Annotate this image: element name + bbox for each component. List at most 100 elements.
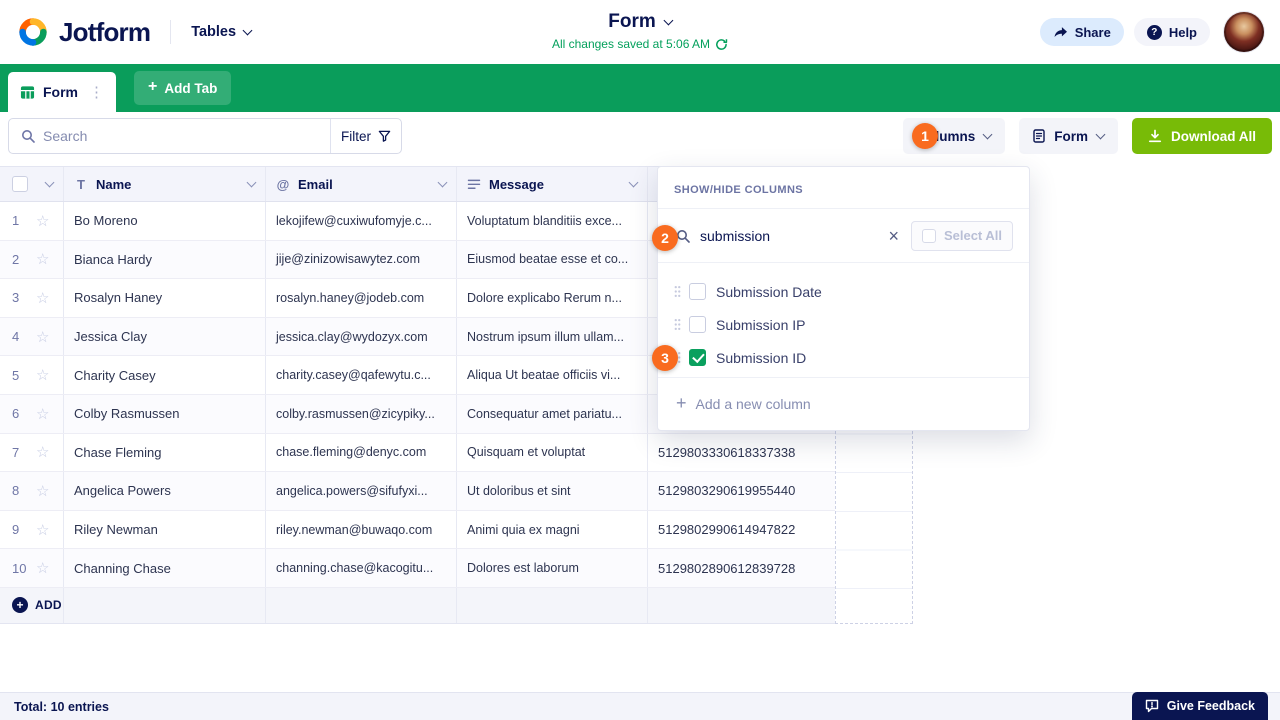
cell-name[interactable]: Angelica Powers (64, 472, 266, 510)
cell-email[interactable]: jessica.clay@wydozyx.com (266, 317, 457, 356)
star-icon[interactable]: ☆ (36, 212, 49, 230)
row-number: 4 (12, 329, 20, 345)
help-label: Help (1168, 24, 1197, 40)
give-feedback-button[interactable]: Give Feedback (1131, 692, 1268, 720)
column-checkbox[interactable] (689, 283, 706, 300)
cell-message[interactable]: Quisquam et voluptat (457, 433, 648, 472)
add-tab-label: Add Tab (164, 80, 218, 96)
star-icon[interactable]: ☆ (36, 405, 49, 423)
cell-email[interactable]: rosalyn.haney@jodeb.com (266, 279, 457, 317)
cell-email[interactable]: charity.casey@qafewytu.c... (266, 356, 457, 394)
table-row[interactable]: 7 ☆ Chase Fleming chase.fleming@denyc.co… (0, 433, 835, 473)
tab-menu-icon[interactable]: ⋮ (89, 83, 104, 101)
column-header-name[interactable]: T Name (64, 167, 266, 201)
search-input[interactable] (35, 119, 330, 153)
star-icon[interactable]: ☆ (36, 482, 49, 500)
row-number: 2 (12, 251, 20, 267)
star-icon[interactable]: ☆ (36, 250, 49, 268)
jotform-logo[interactable]: Jotform (16, 15, 151, 49)
form-view-button[interactable]: Form (1019, 118, 1118, 154)
cell-email[interactable]: jije@zinizowisawytez.com (266, 240, 457, 279)
add-row[interactable]: + ADD (0, 587, 835, 624)
cell-message[interactable]: Voluptatum blanditiis exce... (457, 202, 648, 240)
cell-message[interactable]: Dolores est laborum (457, 549, 648, 587)
column-search-input[interactable] (700, 227, 877, 244)
column-checkbox-checked[interactable] (689, 349, 706, 366)
download-all-label: Download All (1171, 128, 1256, 144)
column-item-submission-date[interactable]: Submission Date (658, 275, 1029, 308)
row-select-cell: 4 ☆ (0, 317, 64, 356)
cell-name[interactable]: Rosalyn Haney (64, 279, 266, 317)
star-icon[interactable]: ☆ (36, 366, 49, 384)
cell-message[interactable]: Consequatur amet pariatu... (457, 394, 648, 433)
cell-name[interactable]: Jessica Clay (64, 317, 266, 356)
tab-form[interactable]: Form ⋮ (8, 72, 116, 112)
top-header: Jotform Tables Form All changes saved at… (0, 0, 1280, 64)
column-header-message[interactable]: Message (457, 167, 648, 201)
cell-message[interactable]: Eiusmod beatae esse et co... (457, 240, 648, 279)
cell-email[interactable]: riley.newman@buwaqo.com (266, 510, 457, 549)
paragraph-icon (467, 179, 481, 189)
cell-email[interactable]: channing.chase@kacogitu... (266, 549, 457, 587)
add-row-cell[interactable]: + ADD (0, 587, 64, 623)
cell-message[interactable]: Ut doloribus et sint (457, 472, 648, 510)
column-item-submission-ip[interactable]: Submission IP (658, 308, 1029, 341)
document-title[interactable]: Form (552, 11, 728, 33)
cell-message[interactable]: Aliqua Ut beatae officiis vi... (457, 356, 648, 394)
star-icon[interactable]: ☆ (36, 443, 49, 461)
cell-message[interactable]: Animi quia ex magni (457, 510, 648, 549)
drag-handle-icon[interactable] (674, 285, 681, 298)
share-button[interactable]: Share (1039, 18, 1124, 46)
chevron-down-icon[interactable] (44, 177, 55, 187)
cell-name[interactable]: Chase Fleming (64, 433, 266, 472)
chevron-down-icon[interactable] (628, 177, 639, 187)
cell-email[interactable]: angelica.powers@sifufyxi... (266, 472, 457, 510)
cell-email[interactable]: lekojifew@cuxiwufomyje.c... (266, 202, 457, 240)
header-checkbox[interactable] (12, 176, 28, 192)
add-tab-button[interactable]: + Add Tab (134, 71, 232, 105)
help-button[interactable]: ? Help (1133, 18, 1210, 46)
cell-email[interactable]: chase.fleming@denyc.com (266, 433, 457, 472)
chevron-down-icon[interactable] (246, 177, 257, 187)
cell-name[interactable]: Channing Chase (64, 549, 266, 587)
download-all-button[interactable]: Download All (1132, 118, 1272, 154)
select-all-checkbox[interactable] (921, 228, 936, 243)
cell-submission-id[interactable]: 5129802890612839728 (648, 549, 835, 587)
cell-name[interactable]: Riley Newman (64, 510, 266, 549)
refresh-icon[interactable] (715, 38, 728, 51)
cell-email[interactable]: colby.rasmussen@zicypiky... (266, 394, 457, 433)
clear-search-icon[interactable]: × (886, 227, 901, 245)
cell-submission-id[interactable]: 5129803290619955440 (648, 472, 835, 510)
column-header-email[interactable]: @ Email (266, 167, 457, 201)
row-select-cell: 3 ☆ (0, 279, 64, 317)
select-all-button[interactable]: Select All (910, 220, 1013, 251)
table-row[interactable]: 9 ☆ Riley Newman riley.newman@buwaqo.com… (0, 510, 835, 550)
avatar[interactable] (1224, 12, 1264, 52)
cell-name[interactable]: Bo Moreno (64, 202, 266, 240)
cell-message[interactable]: Dolore explicabo Rerum n... (457, 279, 648, 317)
plus-icon: + (148, 78, 158, 95)
table-row[interactable]: 8 ☆ Angelica Powers angelica.powers@sifu… (0, 472, 835, 511)
header-divider (170, 20, 172, 44)
column-checkbox[interactable] (689, 316, 706, 333)
star-icon[interactable]: ☆ (36, 521, 49, 539)
cell-submission-id[interactable]: 5129803330618337338 (648, 434, 835, 472)
tables-dropdown[interactable]: Tables (191, 24, 253, 40)
star-icon[interactable]: ☆ (36, 289, 49, 307)
cell-message[interactable]: Nostrum ipsum illum ullam... (457, 317, 648, 356)
cell-name[interactable]: Colby Rasmussen (64, 394, 266, 433)
drag-handle-icon[interactable] (674, 318, 681, 331)
star-icon[interactable]: ☆ (36, 559, 49, 577)
select-all-header-cell[interactable] (0, 167, 64, 201)
cell-name[interactable]: Bianca Hardy (64, 240, 266, 279)
table-row[interactable]: 10 ☆ Channing Chase channing.chase@kacog… (0, 549, 835, 588)
table-area: T Name @ Email Message T (0, 160, 1280, 692)
column-item-submission-id[interactable]: Submission ID (658, 341, 1029, 374)
chevron-down-icon[interactable] (437, 177, 448, 187)
filter-button[interactable]: Filter (331, 119, 401, 153)
add-new-column-button[interactable]: + Add a new column (658, 377, 1029, 430)
star-icon[interactable]: ☆ (36, 328, 49, 346)
plus-icon: + (676, 392, 687, 413)
cell-name[interactable]: Charity Casey (64, 356, 266, 394)
cell-submission-id[interactable]: 5129802990614947822 (648, 511, 835, 549)
